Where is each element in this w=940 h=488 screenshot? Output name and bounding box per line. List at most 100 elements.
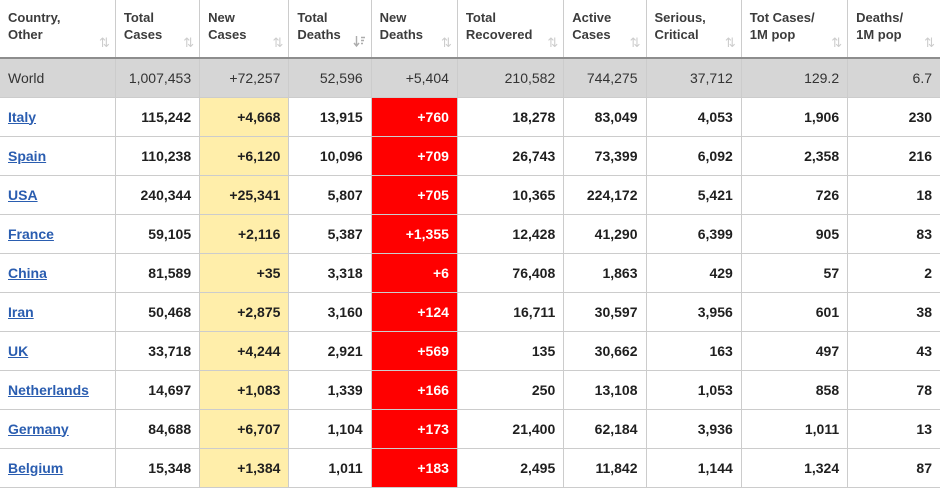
cell-new-cases: +6,707: [199, 408, 290, 449]
cell-total-cases: 81,589: [114, 252, 201, 293]
sort-icon: ⇅: [629, 35, 641, 50]
cell-deaths-per-1m: 87: [847, 447, 940, 488]
cell-cases-per-1m: 1,324: [740, 447, 849, 488]
cell-active-cases: 224,172: [563, 174, 647, 215]
cell-cases-per-1m: 601: [740, 291, 849, 332]
sort-amount-desc-icon: [353, 36, 365, 48]
header-label: Recovered: [465, 27, 533, 42]
cell-total-deaths: 1,011: [288, 447, 372, 488]
table-body: World 1,007,453 +72,257 52,596 +5,404 210,582…: [0, 57, 940, 488]
cell-deaths-per-1m: 2: [847, 252, 940, 293]
cell-cases-per-1m: 497: [740, 330, 849, 371]
cell-serious-critical: 6,092: [645, 135, 742, 176]
cell-cases-per-1m: 57: [740, 252, 849, 293]
country-link[interactable]: USA: [8, 187, 38, 203]
cell-new-deaths: +173: [370, 408, 458, 449]
column-header-active-cases[interactable]: Active Cases ⇅: [563, 0, 647, 59]
cell-serious-critical: 6,399: [645, 213, 742, 254]
cell-total-recovered: 16,711: [456, 291, 565, 332]
cell-country: Germany: [0, 408, 116, 449]
header-label: Critical: [654, 27, 699, 42]
cell-country: Spain: [0, 135, 116, 176]
cell-new-deaths: +6: [370, 252, 458, 293]
cell-total-cases: 240,344: [114, 174, 201, 215]
cell-total-deaths: 1,339: [288, 369, 372, 410]
cell-deaths-per-1m: 230: [847, 96, 940, 137]
column-header-total-recovered[interactable]: Total Recovered ⇅: [456, 0, 565, 59]
sort-icon: ⇅: [831, 35, 843, 50]
cell-new-cases: +4,244: [199, 330, 290, 371]
country-link[interactable]: Belgium: [8, 460, 63, 476]
column-header-total-deaths[interactable]: Total Deaths: [288, 0, 372, 59]
cell-active-cases: 744,275: [563, 57, 647, 98]
cell-total-recovered: 21,400: [456, 408, 565, 449]
cell-new-cases: +25,341: [199, 174, 290, 215]
country-link[interactable]: Italy: [8, 109, 36, 125]
header-label: Tot Cases/: [749, 10, 815, 25]
cell-new-deaths: +183: [370, 447, 458, 488]
cell-cases-per-1m: 1,906: [740, 96, 849, 137]
table-row: China 81,589 +35 3,318 +6 76,408 1,863 429 57 2: [0, 252, 940, 293]
cell-total-cases: 115,242: [114, 96, 201, 137]
cell-new-deaths: +166: [370, 369, 458, 410]
cell-serious-critical: 1,053: [645, 369, 742, 410]
cell-total-deaths: 3,160: [288, 291, 372, 332]
cell-new-cases: +4,668: [199, 96, 290, 137]
header-label: 1M pop: [749, 27, 796, 42]
country-link[interactable]: Iran: [8, 304, 34, 320]
header-label: Total: [465, 10, 497, 25]
cell-total-cases: 84,688: [114, 408, 201, 449]
cell-new-cases: +2,875: [199, 291, 290, 332]
table-row: Netherlands 14,697 +1,083 1,339 +166 250 13,10…: [0, 369, 940, 410]
country-link[interactable]: France: [8, 226, 54, 242]
cell-total-recovered: 18,278: [456, 96, 565, 137]
header-label: Active: [572, 10, 612, 25]
table-header: Country, Other ⇅ Total Cases ⇅ New Cases ⇅ Total D…: [0, 0, 940, 59]
cell-total-deaths: 3,318: [288, 252, 372, 293]
column-header-cases-per-1m[interactable]: Tot Cases/1M pop ⇅: [740, 0, 849, 59]
cell-cases-per-1m: 2,358: [740, 135, 849, 176]
cell-total-cases: 50,468: [114, 291, 201, 332]
cell-total-recovered: 135: [456, 330, 565, 371]
cell-active-cases: 30,662: [563, 330, 647, 371]
cell-active-cases: 83,049: [563, 96, 647, 137]
cell-total-recovered: 12,428: [456, 213, 565, 254]
cell-cases-per-1m: 129.2: [740, 57, 849, 98]
header-label: Serious,: [654, 10, 706, 25]
cell-cases-per-1m: 1,011: [740, 408, 849, 449]
cell-deaths-per-1m: 83: [847, 213, 940, 254]
country-link[interactable]: Germany: [8, 421, 69, 437]
world-row: World 1,007,453 +72,257 52,596 +5,404 210,582…: [0, 57, 940, 98]
covid-stats-table-page: Country, Other ⇅ Total Cases ⇅ New Cases ⇅ Total D…: [0, 0, 940, 488]
header-label: Other: [8, 27, 43, 42]
cell-total-deaths: 5,807: [288, 174, 372, 215]
country-link[interactable]: Spain: [8, 148, 46, 164]
cell-total-recovered: 76,408: [456, 252, 565, 293]
cell-serious-critical: 429: [645, 252, 742, 293]
cell-active-cases: 30,597: [563, 291, 647, 332]
table-row: USA 240,344 +25,341 5,807 +705 10,365 224,172 5…: [0, 174, 940, 215]
column-header-deaths-per-1m[interactable]: Deaths/1M pop ⇅: [847, 0, 940, 59]
cell-total-recovered: 10,365: [456, 174, 565, 215]
cell-total-deaths: 13,915: [288, 96, 372, 137]
column-header-new-deaths[interactable]: New Deaths ⇅: [370, 0, 458, 59]
country-link[interactable]: China: [8, 265, 47, 281]
cell-new-deaths: +709: [370, 135, 458, 176]
country-link[interactable]: Netherlands: [8, 382, 89, 398]
cell-total-deaths: 5,387: [288, 213, 372, 254]
sort-icon: ⇅: [441, 35, 452, 50]
cell-total-deaths: 1,104: [288, 408, 372, 449]
header-label: Country,: [8, 10, 61, 25]
cell-total-recovered: 250: [456, 369, 565, 410]
column-header-total-cases[interactable]: Total Cases ⇅: [114, 0, 201, 59]
cell-deaths-per-1m: 6.7: [847, 57, 940, 98]
cell-country: Italy: [0, 96, 116, 137]
column-header-serious-critical[interactable]: Serious, Critical ⇅: [645, 0, 742, 59]
cell-deaths-per-1m: 216: [847, 135, 940, 176]
country-link[interactable]: UK: [8, 343, 28, 359]
column-header-new-cases[interactable]: New Cases ⇅: [199, 0, 290, 59]
cell-active-cases: 73,399: [563, 135, 647, 176]
column-header-country[interactable]: Country, Other ⇅: [0, 0, 116, 59]
cell-country: Netherlands: [0, 369, 116, 410]
cell-total-recovered: 26,743: [456, 135, 565, 176]
